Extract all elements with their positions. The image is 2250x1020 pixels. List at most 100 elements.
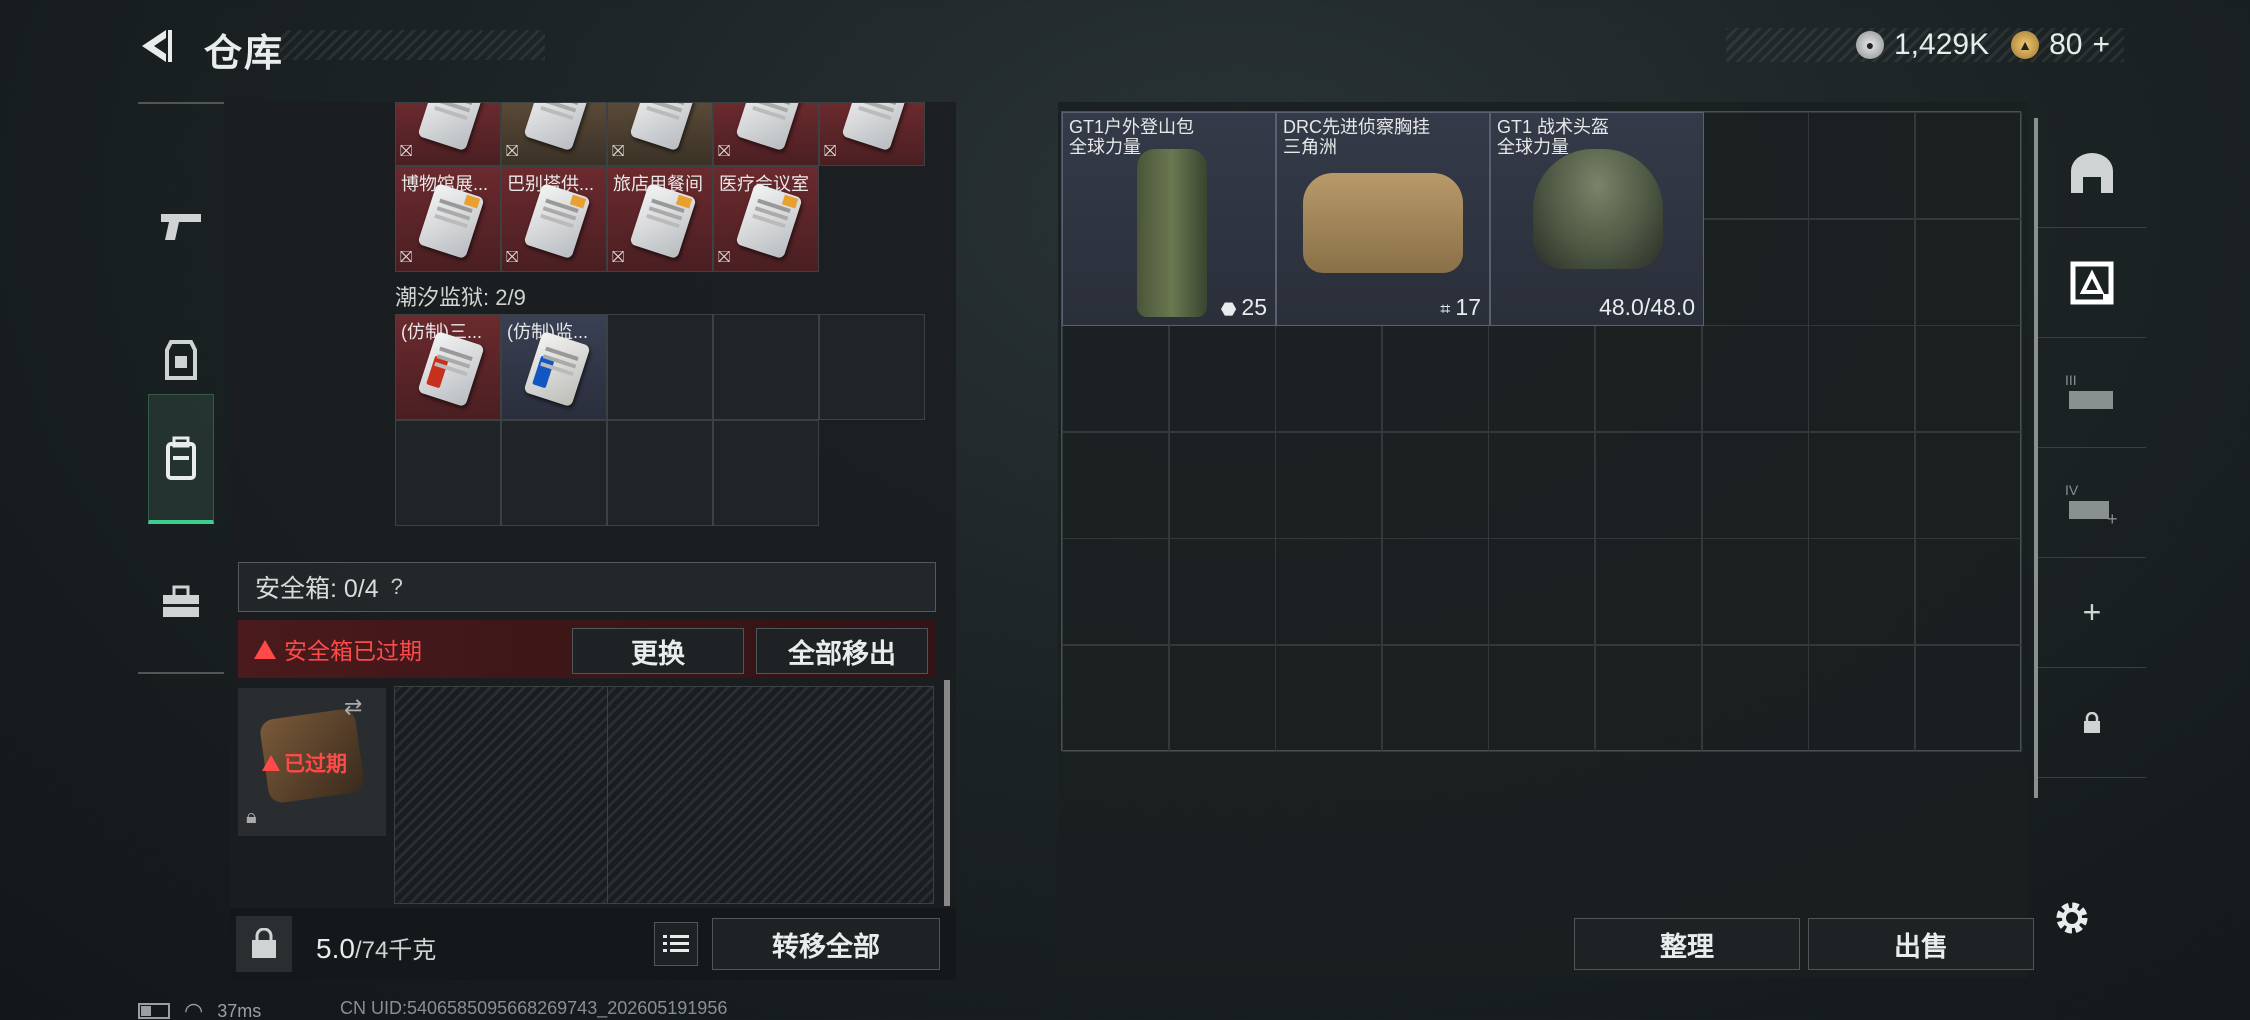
empty-slot[interactable] — [395, 420, 501, 526]
stash-slot[interactable] — [1701, 431, 1809, 539]
stash-slot[interactable] — [1701, 538, 1809, 646]
stash-slot[interactable] — [1488, 538, 1596, 646]
stash-tab-icon — [2070, 261, 2114, 304]
keycard-row-partial: ⛝ ⛝ ⛝ ⛝ ⛝ — [395, 102, 925, 166]
capacity-icon: ⬣ — [1220, 299, 1242, 319]
stash-slot[interactable] — [1488, 431, 1596, 539]
keycard-item[interactable]: (仿制)监... — [501, 314, 607, 420]
keycard-item[interactable]: ⛝ — [395, 102, 501, 166]
keycard-item[interactable]: (仿制)三... — [395, 314, 501, 420]
stash-tab-3[interactable]: III — [2038, 338, 2146, 448]
stash-slot[interactable] — [1595, 431, 1702, 539]
stash-slot[interactable] — [1914, 325, 2022, 433]
stash-slot[interactable] — [1914, 112, 2022, 219]
scrollbar[interactable] — [944, 680, 950, 906]
stash-slot[interactable] — [1808, 645, 1916, 752]
no-trade-icon: ⛝ — [824, 143, 837, 160]
stash-slot[interactable] — [1381, 325, 1489, 433]
sort-button[interactable]: 整理 — [1574, 918, 1800, 970]
safebox-item[interactable]: ⇄ 已过期 🔒︎ — [238, 688, 386, 836]
stash-slot[interactable] — [1914, 645, 2022, 752]
empty-slot[interactable] — [819, 314, 925, 420]
empty-slot[interactable] — [713, 420, 819, 526]
sell-button[interactable]: 出售 — [1808, 918, 2034, 970]
stash-slot[interactable] — [1381, 538, 1489, 646]
replace-button[interactable]: 更换 — [572, 628, 744, 674]
stash-slot[interactable] — [1808, 431, 1916, 539]
empty-slot[interactable] — [607, 314, 713, 420]
keycard-item[interactable]: ⛝ — [819, 102, 925, 166]
transfer-all-button[interactable]: 转移全部 — [712, 918, 940, 970]
stash-item-helmet[interactable]: GT1 战术头盔 全球力量 48.0/48.0 — [1490, 112, 1704, 326]
keycard-item[interactable]: ⛝ — [713, 102, 819, 166]
list-view-button[interactable] — [654, 922, 698, 966]
stash-slot[interactable] — [1275, 431, 1383, 539]
keycard-item[interactable]: ⛝ — [607, 102, 713, 166]
lock-icon: 🔒︎ — [246, 806, 257, 828]
stash-slot[interactable] — [1595, 325, 1702, 433]
stash-slot[interactable] — [1808, 218, 1916, 326]
locked-stash-tab[interactable] — [2038, 668, 2146, 778]
stash-slot[interactable] — [1808, 112, 1916, 219]
settings-button[interactable] — [2050, 896, 2094, 940]
stash-slot[interactable] — [1595, 538, 1702, 646]
category-gear[interactable] — [148, 394, 214, 524]
safebox-header: 安全箱: 0/4 ? — [238, 562, 936, 612]
empty-slot[interactable] — [501, 420, 607, 526]
stash-slot[interactable] — [1914, 218, 2022, 326]
stash-slot[interactable] — [1808, 538, 1916, 646]
stash-slot[interactable] — [1808, 325, 1916, 433]
stash-slot[interactable] — [1381, 645, 1489, 752]
stash-slot[interactable] — [1701, 325, 1809, 433]
category-weapons[interactable] — [138, 166, 224, 286]
arch-icon — [2071, 152, 2113, 193]
keycard-item[interactable]: 博物馆展... ⛝ — [395, 166, 501, 272]
stash-slot[interactable] — [1701, 645, 1809, 752]
add-stash-tab-button[interactable]: + — [2038, 558, 2146, 668]
stash-slot[interactable] — [1275, 325, 1383, 433]
stash-slot[interactable] — [1062, 325, 1169, 433]
safebox-help-button[interactable]: ? — [391, 574, 403, 600]
stash-slot[interactable] — [1062, 645, 1169, 752]
stash-tab-1[interactable] — [2038, 118, 2146, 228]
stash-tab-3-icon: III — [2065, 372, 2113, 409]
item-durability: 48.0/48.0 — [1599, 294, 1695, 320]
stash-slot[interactable] — [1062, 538, 1169, 646]
remove-all-button[interactable]: 全部移出 — [756, 628, 928, 674]
stash-item-chest-rig[interactable]: DRC先进侦察胸挂 三角洲 ⌗ 17 — [1276, 112, 1490, 326]
keycard-item[interactable]: ⛝ — [501, 102, 607, 166]
empty-slot[interactable] — [607, 420, 713, 526]
stash-slot[interactable] — [1488, 325, 1596, 433]
stash-slot[interactable] — [1914, 538, 2022, 646]
stash-tab-2[interactable] — [2038, 228, 2146, 338]
category-bar — [138, 102, 224, 674]
empty-slot[interactable] — [713, 314, 819, 420]
keycard-item[interactable]: 旅店用餐间 ⛝ — [607, 166, 713, 272]
region-empty-row — [395, 420, 819, 526]
back-button[interactable] — [132, 22, 180, 70]
stash-slot[interactable] — [1168, 645, 1276, 752]
stash-slot[interactable] — [1381, 431, 1489, 539]
no-trade-icon: ⛝ — [400, 249, 413, 266]
stash-item-backpack[interactable]: GT1户外登山包 全球力量 ⬣ 25 — [1062, 112, 1276, 326]
stash-slot[interactable] — [1275, 538, 1383, 646]
stash-slot[interactable] — [1168, 325, 1276, 433]
stash-slot[interactable] — [1062, 431, 1169, 539]
category-supplies[interactable] — [138, 542, 224, 662]
add-currency-button[interactable]: + — [2092, 28, 2110, 62]
stash-slot[interactable] — [1488, 645, 1596, 752]
stash-slot[interactable] — [1914, 431, 2022, 539]
stash-slot[interactable] — [1701, 218, 1809, 326]
keycard-item[interactable]: 巴别塔供... ⛝ — [501, 166, 607, 272]
stash-slot[interactable] — [1168, 431, 1276, 539]
stash-slot[interactable] — [1701, 112, 1809, 219]
item-slots: ⌗ 17 — [1440, 294, 1481, 320]
stash-slot[interactable] — [1168, 538, 1276, 646]
stash-slot[interactable] — [1275, 645, 1383, 752]
gold-amount: 80 — [2049, 28, 2083, 61]
keycard-item[interactable]: 医疗会议室 ⛝ — [713, 166, 819, 272]
item-capacity: ⬣ 25 — [1220, 294, 1267, 320]
stash-slot[interactable] — [1595, 645, 1702, 752]
stash-tab-4[interactable]: IV + — [2038, 448, 2146, 558]
ping-value: 37ms — [217, 1000, 262, 1020]
